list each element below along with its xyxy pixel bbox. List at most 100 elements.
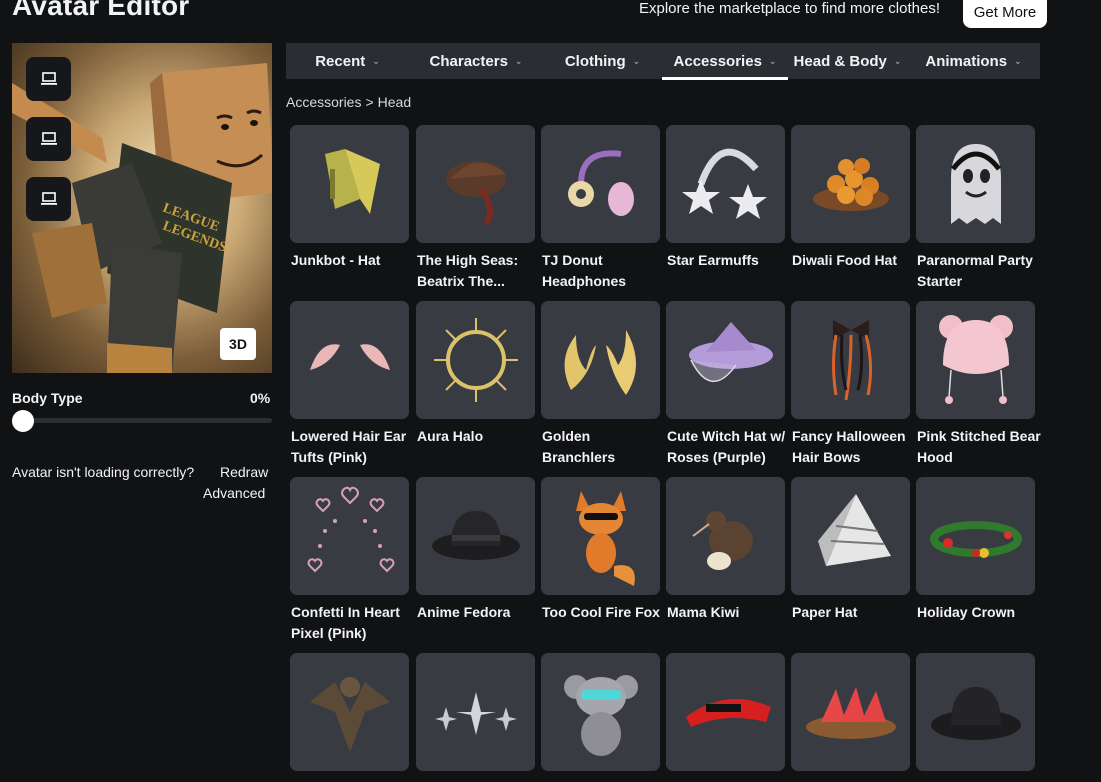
monitor-icon bbox=[40, 72, 57, 85]
item-thumbnail bbox=[791, 125, 910, 243]
junkbot-hat-icon bbox=[324, 149, 380, 214]
item-card[interactable]: Aura Halo bbox=[416, 301, 535, 447]
item-thumbnail bbox=[666, 301, 785, 419]
chevron-down-icon: ⌄ bbox=[893, 55, 902, 66]
item-card[interactable] bbox=[666, 653, 785, 771]
item-card[interactable]: Diwali Food Hat bbox=[791, 125, 910, 271]
advanced-link[interactable]: Advanced bbox=[203, 485, 265, 501]
tab-clothing[interactable]: Clothing ⌄ bbox=[543, 43, 662, 79]
item-thumbnail bbox=[791, 477, 910, 595]
item-card[interactable]: Paranormal Party Starter bbox=[916, 125, 1035, 292]
item-name: Diwali Food Hat bbox=[792, 252, 897, 268]
item-card[interactable]: Golden Branchlers bbox=[541, 301, 660, 468]
body-type-slider-track[interactable] bbox=[12, 418, 272, 423]
item-card[interactable]: Junkbot - Hat bbox=[290, 125, 409, 271]
dragon-icon bbox=[309, 677, 390, 752]
item-thumbnail bbox=[416, 301, 535, 419]
item-card[interactable]: Mama Kiwi bbox=[666, 477, 785, 623]
item-card[interactable]: Pink Stitched Bear Hood bbox=[916, 301, 1041, 468]
item-name: Lowered Hair Ear Tufts (Pink) bbox=[291, 428, 407, 465]
tab-head-and-body[interactable]: Head & Body ⌄ bbox=[788, 43, 907, 79]
item-card[interactable]: Paper Hat bbox=[791, 477, 910, 623]
item-card[interactable]: The High Seas: Beatrix The... bbox=[416, 125, 535, 292]
breadcrumb-parent[interactable]: Accessories bbox=[286, 94, 361, 110]
item-card[interactable]: Anime Fedora bbox=[416, 477, 535, 623]
item-card[interactable] bbox=[290, 653, 409, 771]
tab-recent[interactable]: Recent ⌄ bbox=[286, 43, 409, 79]
item-name: Golden Branchlers bbox=[542, 428, 616, 465]
view-3d-button[interactable]: 3D bbox=[220, 328, 256, 360]
item-name: Fancy Halloween Hair Bows bbox=[792, 428, 906, 465]
item-name: Anime Fedora bbox=[417, 604, 511, 620]
redraw-link[interactable]: Redraw bbox=[220, 464, 268, 480]
item-name: Star Earmuffs bbox=[667, 252, 759, 268]
item-name: Paper Hat bbox=[792, 604, 858, 620]
item-thumbnail bbox=[541, 653, 660, 771]
item-name: Paranormal Party Starter bbox=[917, 252, 1033, 289]
tab-accessories[interactable]: Accessories ⌄ bbox=[662, 43, 788, 80]
item-name: TJ Donut Headphones bbox=[542, 252, 627, 289]
avatar-preview: LEAGUE LEGENDS 3D bbox=[12, 43, 272, 373]
bear-hood-icon bbox=[938, 315, 1013, 404]
item-thumbnail bbox=[666, 125, 785, 243]
tab-animations[interactable]: Animations ⌄ bbox=[907, 43, 1040, 79]
item-card[interactable]: TJ Donut Headphones bbox=[541, 125, 660, 292]
item-card[interactable]: Too Cool Fire Fox bbox=[541, 477, 660, 623]
tab-label: Accessories bbox=[673, 52, 762, 70]
item-name: Pink Stitched Bear Hood bbox=[917, 428, 1041, 465]
item-name: The High Seas: Beatrix The... bbox=[417, 252, 519, 289]
item-card[interactable] bbox=[416, 653, 535, 771]
item-thumbnail bbox=[666, 653, 785, 771]
item-thumbnail bbox=[416, 653, 535, 771]
tab-characters[interactable]: Characters ⌄ bbox=[409, 43, 543, 79]
pirate-hat-icon bbox=[445, 161, 506, 226]
breadcrumb: Accessories > Head bbox=[286, 94, 411, 110]
item-card[interactable]: Cute Witch Hat w/ Roses (Purple) bbox=[666, 301, 785, 468]
item-card[interactable] bbox=[791, 653, 910, 771]
paper-hat-icon bbox=[817, 494, 891, 566]
chevron-down-icon: ⌄ bbox=[632, 55, 641, 66]
halo-icon bbox=[433, 318, 518, 402]
sparkles-icon bbox=[434, 692, 517, 735]
item-thumbnail bbox=[541, 477, 660, 595]
tab-label: Clothing bbox=[564, 52, 626, 70]
item-name: Junkbot - Hat bbox=[291, 252, 381, 268]
item-name: Aura Halo bbox=[417, 428, 484, 444]
item-card[interactable]: Lowered Hair Ear Tufts (Pink) bbox=[290, 301, 409, 468]
get-more-button[interactable]: Get More bbox=[963, 0, 1047, 28]
breadcrumb-current: Head bbox=[377, 94, 412, 110]
monitor-icon bbox=[40, 132, 57, 145]
item-card[interactable]: Fancy Halloween Hair Bows bbox=[791, 301, 910, 468]
item-thumbnail bbox=[791, 301, 910, 419]
monitor-icon bbox=[40, 192, 57, 205]
explore-text: Explore the marketplace to find more clo… bbox=[639, 0, 940, 17]
item-card[interactable]: Holiday Crown bbox=[916, 477, 1035, 623]
item-thumbnail bbox=[541, 125, 660, 243]
item-card[interactable]: Star Earmuffs bbox=[666, 125, 785, 271]
item-card[interactable] bbox=[541, 653, 660, 771]
view-toggle-button-1[interactable] bbox=[26, 57, 71, 101]
item-card[interactable] bbox=[916, 653, 1035, 771]
fox-icon bbox=[575, 491, 635, 586]
loading-message: Avatar isn't loading correctly? bbox=[12, 464, 195, 480]
fedora-icon bbox=[431, 511, 520, 560]
item-card[interactable]: Confetti In Heart Pixel (Pink) bbox=[290, 477, 409, 644]
item-thumbnail bbox=[290, 301, 409, 419]
body-type-value: 0% bbox=[250, 390, 271, 406]
body-type-slider-knob[interactable] bbox=[12, 410, 34, 432]
view-toggle-button-3[interactable] bbox=[26, 177, 71, 221]
item-thumbnail bbox=[290, 653, 409, 771]
view-toggle-button-2[interactable] bbox=[26, 117, 71, 161]
tab-label: Characters bbox=[429, 52, 508, 70]
star-earmuffs-icon bbox=[681, 148, 767, 219]
breadcrumb-separator: > bbox=[365, 94, 374, 110]
food-plate-icon bbox=[812, 158, 889, 211]
item-thumbnail bbox=[916, 477, 1035, 595]
tab-label: Head & Body bbox=[793, 52, 887, 70]
item-thumbnail bbox=[916, 125, 1035, 243]
chevron-down-icon: ⌄ bbox=[1014, 55, 1022, 66]
body-type-label: Body Type bbox=[12, 390, 83, 406]
item-thumbnail bbox=[290, 125, 409, 243]
black-bucket-hat-icon bbox=[930, 687, 1021, 740]
item-name: Mama Kiwi bbox=[667, 604, 740, 620]
